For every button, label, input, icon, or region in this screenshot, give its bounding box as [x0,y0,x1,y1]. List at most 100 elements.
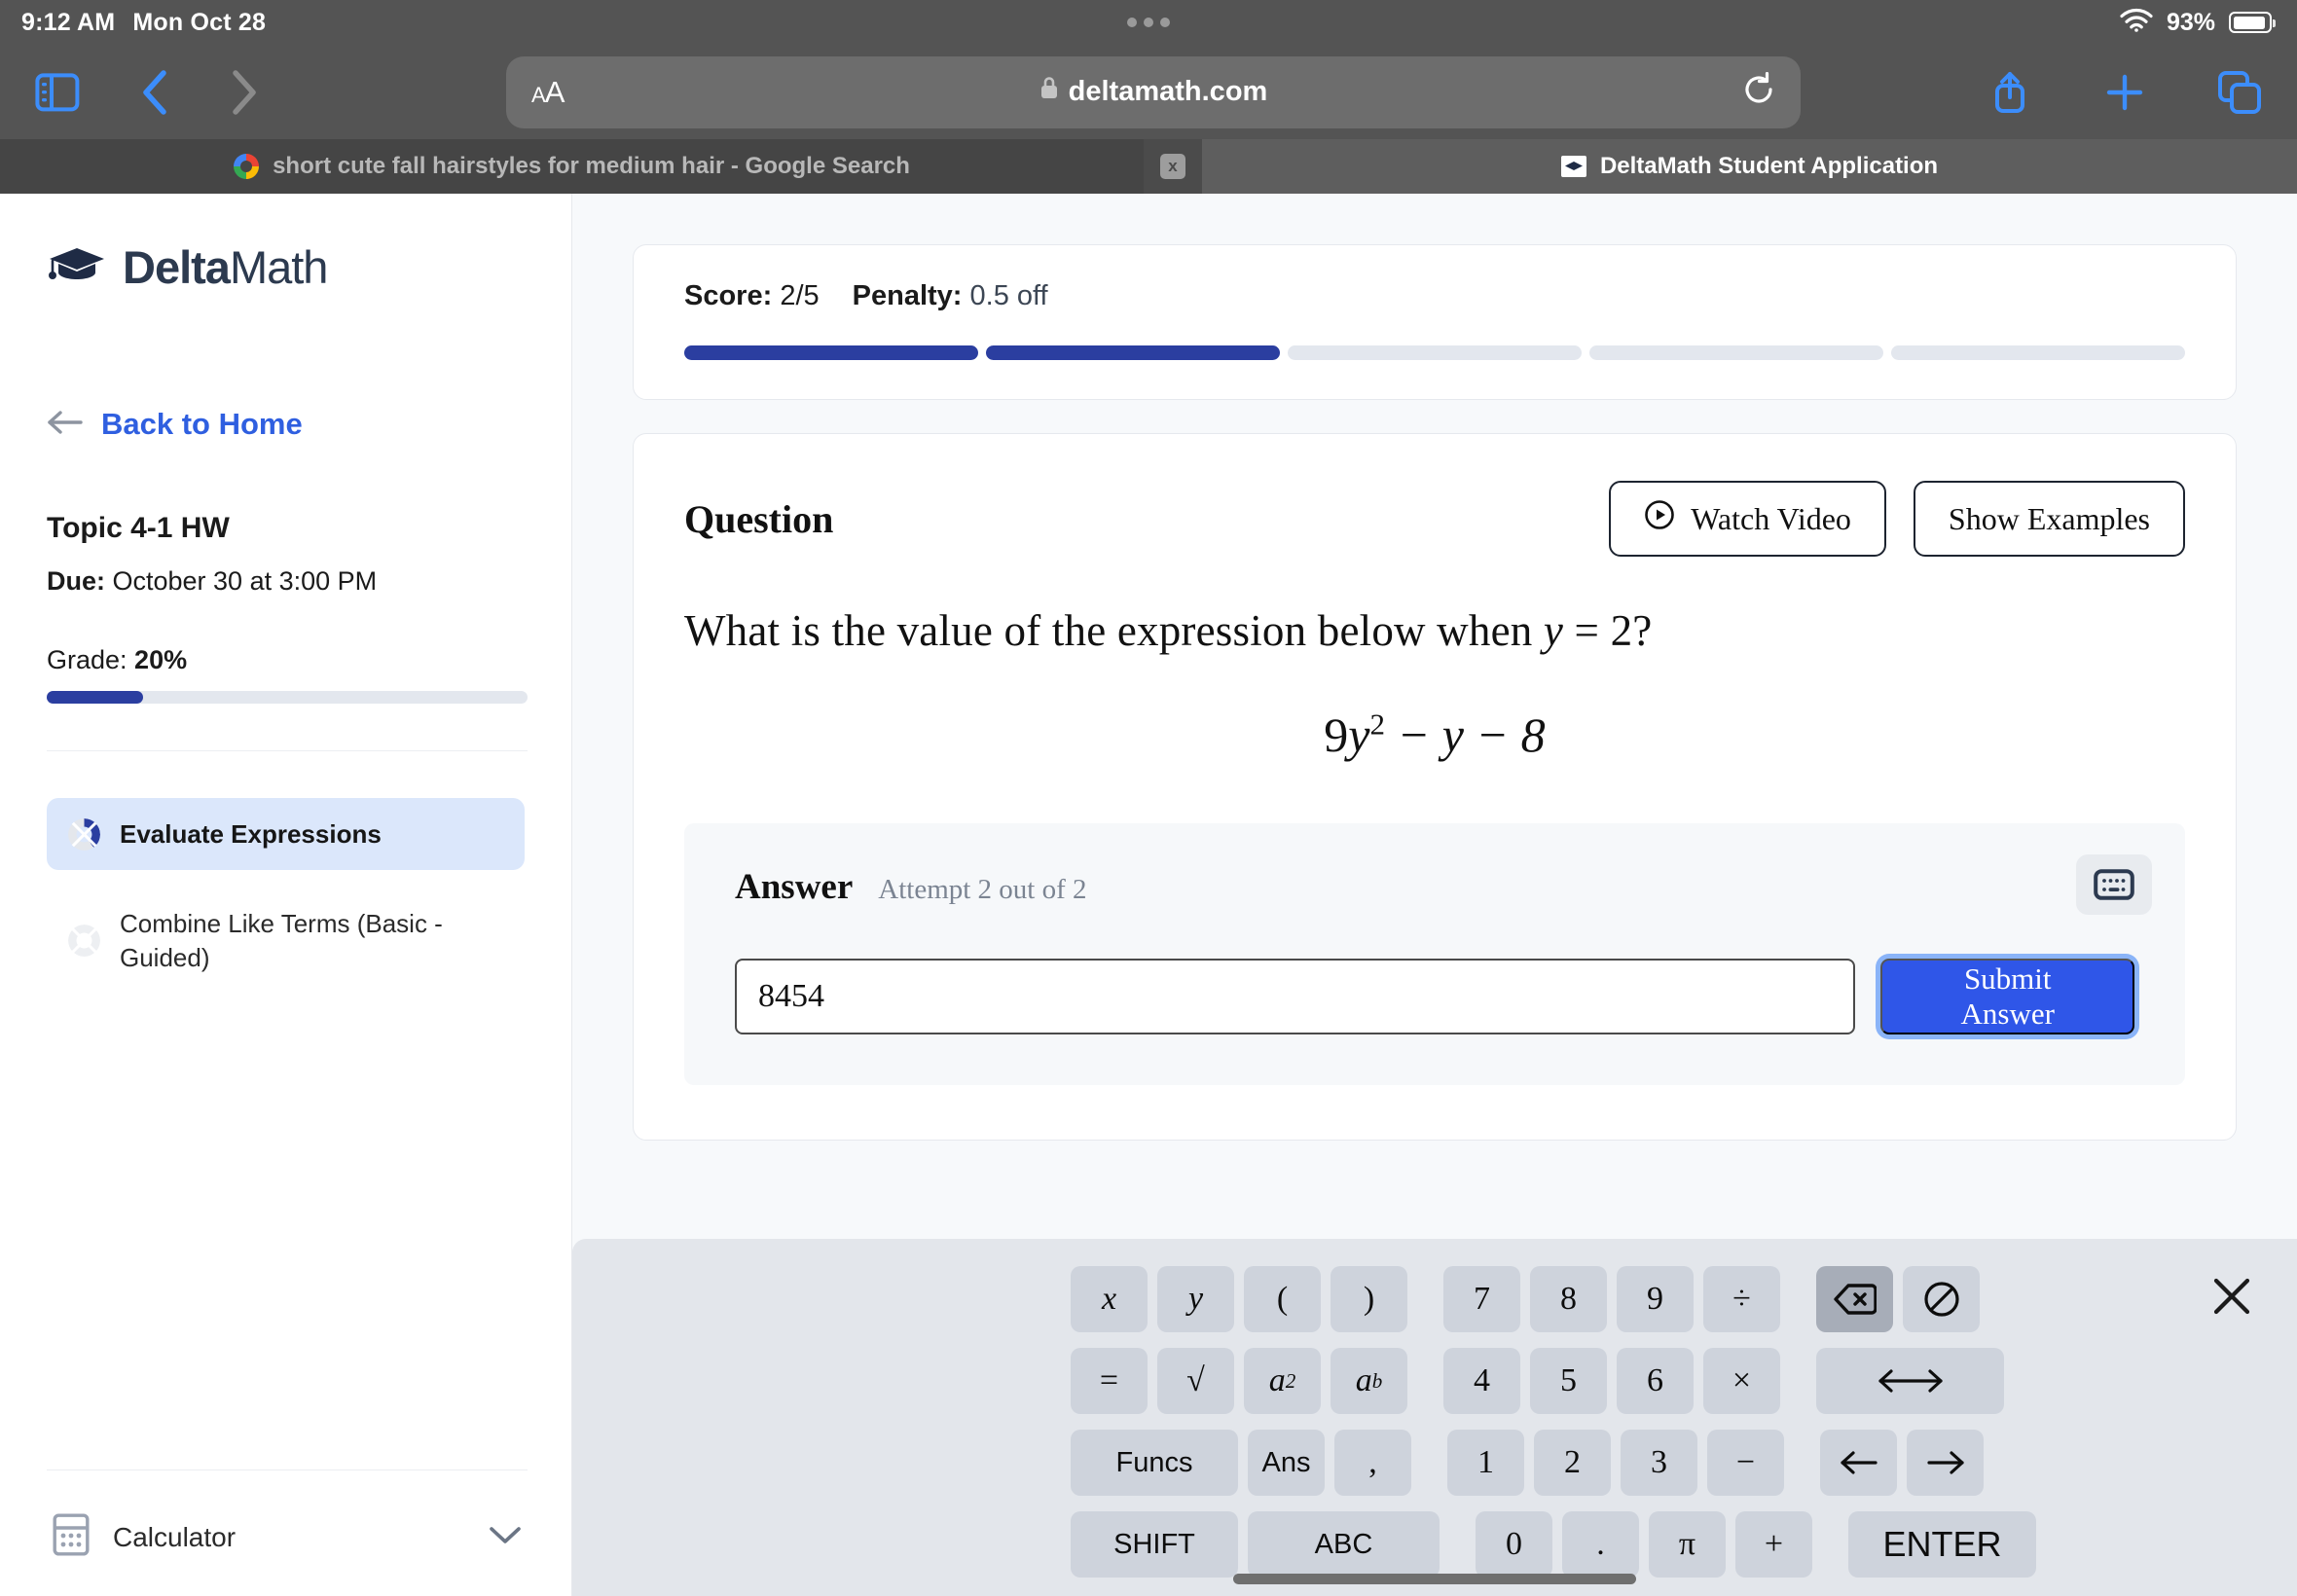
key-arrow-right[interactable] [1907,1430,1984,1496]
browser-tab-deltamath[interactable]: DeltaMath Student Application [1202,139,2297,194]
browser-forward-button[interactable] [230,69,259,116]
calculator-toggle[interactable]: Calculator [47,1470,528,1596]
deltamath-favicon [1560,156,1586,177]
prompt-prefix: What is the value of the expression belo… [684,606,1544,655]
key-minus[interactable]: − [1707,1430,1784,1496]
multitask-handle[interactable] [1127,18,1170,27]
address-bar[interactable]: AA deltamath.com [506,55,1801,128]
sidebar-item-combine-like-terms[interactable]: Combine Like Terms (Basic - Guided) [47,888,525,994]
math-keyboard-group-right [1815,1430,1988,1496]
problem-segment [1891,345,2185,360]
score-value: 2/5 [772,280,820,311]
answer-title: Answer [735,867,854,907]
key-arrow-left[interactable] [1820,1430,1897,1496]
key-clear[interactable] [1903,1266,1980,1332]
key-decimal[interactable]: . [1562,1511,1639,1578]
answer-input-row: 8454 Submit Answer [735,959,2134,1034]
prompt-variable: y [1543,606,1564,655]
new-tab-icon[interactable] [2067,71,2182,114]
show-examples-button[interactable]: Show Examples [1913,481,2185,557]
math-keyboard-row: x y() 7 8 9 ÷ [572,1260,2297,1338]
key-open-paren[interactable]: ( [1244,1266,1321,1332]
sidebar-item-evaluate-expressions[interactable]: Evaluate Expressions [47,798,525,871]
progress-donut-icon [68,818,100,851]
key-6[interactable]: 6 [1617,1348,1694,1414]
key-funcs[interactable]: Funcs [1071,1430,1238,1496]
key-8[interactable]: 8 [1530,1266,1607,1332]
browser-tab-google[interactable]: short cute fall hairstyles for medium ha… [0,139,1144,194]
key-9[interactable]: 9 [1617,1266,1694,1332]
key-5[interactable]: 5 [1530,1348,1607,1414]
status-bar-right: 93% [2120,8,2297,37]
key-move-out[interactable] [1816,1348,2004,1414]
key-0[interactable]: 0 [1476,1511,1552,1578]
key-square[interactable]: a2 [1244,1348,1321,1414]
key-2[interactable]: 2 [1534,1430,1611,1496]
key-enter[interactable]: ENTER [1848,1511,2036,1578]
question-expression: 9y2 − y − 8 [684,707,2185,763]
answer-header: Answer Attempt 2 out of 2 [735,866,2134,908]
score-card: Score: 2/5 Penalty: 0.5 off [633,244,2237,400]
battery-icon [2229,12,2276,33]
text-size-button[interactable]: AA [531,75,565,110]
math-keyboard-group-left: Funcs Ans, [1066,1430,1416,1496]
key-comma[interactable]: , [1334,1430,1411,1496]
key-plus[interactable]: + [1735,1511,1812,1578]
prompt-equation: = 2? [1563,606,1653,655]
key-pi[interactable]: π [1649,1511,1726,1578]
math-keyboard-group-left: SHIFT ABC [1066,1511,1444,1578]
problem-progress-segments [684,345,2185,360]
key-close-paren[interactable]: ) [1331,1266,1407,1332]
status-bar-time: 9:12 AM [21,8,116,36]
grade-progress-fill [47,691,143,704]
reload-icon[interactable] [1742,71,1775,112]
web-page: DeltaMath Back to Home Topic 4-1 HW Due:… [0,194,2297,1596]
browser-toolbar: AA deltamath.com [0,45,2297,139]
watch-video-button[interactable]: Watch Video [1609,481,1886,557]
back-to-home-link[interactable]: Back to Home [47,407,525,442]
close-icon[interactable] [2206,1270,2258,1323]
key-x[interactable]: x [1071,1266,1148,1332]
wifi-icon [2120,8,2153,37]
key-ans[interactable]: Ans [1248,1430,1325,1496]
browser-toolbar-right [1952,68,2297,117]
sidebar-toggle-icon[interactable] [35,72,80,112]
answer-input[interactable]: 8454 [735,959,1856,1034]
tabs-overview-icon[interactable] [2182,70,2297,115]
key-shift[interactable]: SHIFT [1071,1511,1238,1578]
key-4[interactable]: 4 [1443,1348,1520,1414]
topic-label: Combine Like Terms (Basic - Guided) [120,909,443,972]
topic-list: Evaluate Expressions Combine Like Terms … [47,798,525,994]
browser-tab-title: short cute fall hairstyles for medium ha… [273,153,910,179]
key-y[interactable]: y [1157,1266,1234,1332]
key-sqrt[interactable]: √ [1157,1348,1234,1414]
expression-coefficient: 9 [1324,707,1349,762]
key-divide[interactable]: ÷ [1703,1266,1780,1332]
key-multiply[interactable]: × [1703,1348,1780,1414]
key-backspace[interactable] [1816,1266,1893,1332]
question-heading: Question [684,496,834,541]
close-icon[interactable]: x [1160,154,1185,179]
key-1[interactable]: 1 [1447,1430,1524,1496]
address-bar-url-group: deltamath.com [506,76,1801,108]
chevron-down-icon[interactable] [489,1525,522,1549]
penalty-group: Penalty: 0.5 off [853,280,1048,312]
assignment-title: Topic 4-1 HW [47,512,230,544]
key-power[interactable]: ab [1331,1348,1407,1414]
key-7[interactable]: 7 [1443,1266,1520,1332]
browser-back-button[interactable] [140,69,169,116]
score-label: Score: [684,280,773,311]
math-keyboard-group-num: 0. π + [1471,1511,1817,1578]
google-favicon [234,154,260,179]
deltamath-logo[interactable]: DeltaMath [47,240,525,294]
key-abc[interactable]: ABC [1248,1511,1440,1578]
submit-answer-button[interactable]: Submit Answer [1880,959,2134,1034]
share-icon[interactable] [1952,68,2067,117]
key-3[interactable]: 3 [1621,1430,1697,1496]
answer-section: Answer Attempt 2 out of 2 8454 Submit An… [684,823,2185,1085]
key-equals[interactable]: = [1071,1348,1148,1414]
keyboard-icon[interactable] [2076,854,2152,915]
calculator-icon [53,1513,90,1561]
penalty-label: Penalty: [852,280,963,311]
score-group: Score: 2/5 [684,280,820,312]
